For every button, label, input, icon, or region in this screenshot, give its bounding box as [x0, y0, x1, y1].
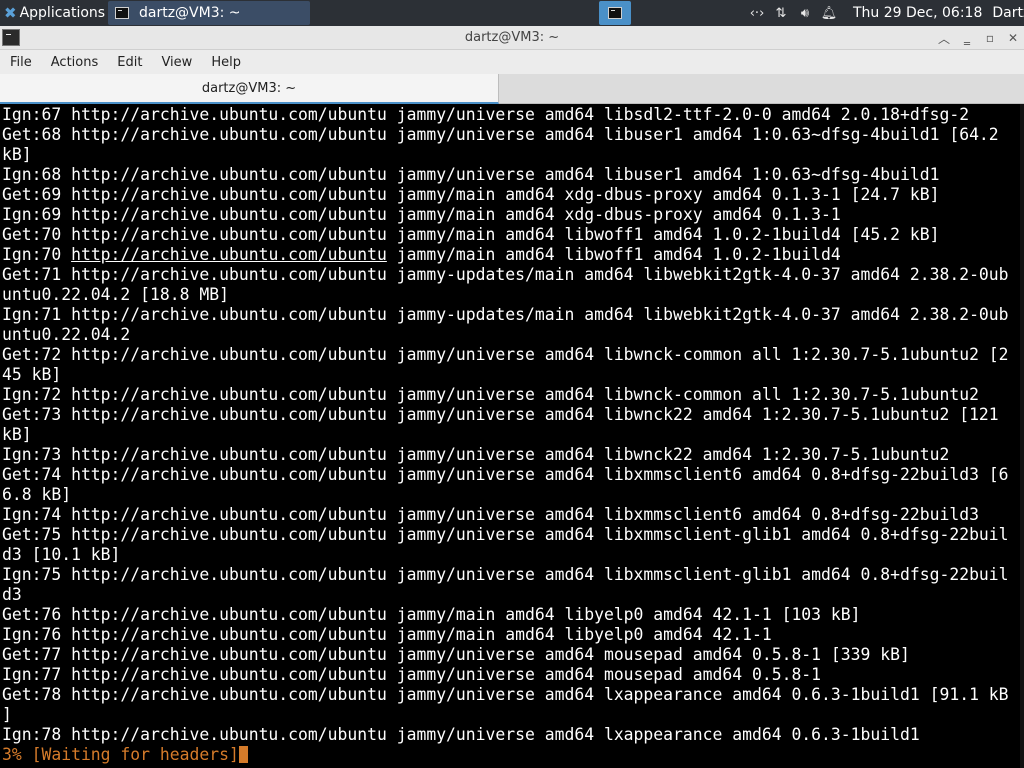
terminal-line: ]: [2, 705, 12, 724]
terminal-line: kB]: [2, 425, 32, 444]
terminal-line: Ign:73 http://archive.ubuntu.com/ubuntu …: [2, 445, 950, 464]
volume-icon[interactable]: 🔊︎: [793, 0, 817, 26]
status-text: 3% [Waiting for headers]: [2, 745, 239, 764]
menu-view[interactable]: View: [151, 55, 201, 70]
window-title: dartz@VM3: ~: [464, 30, 560, 45]
terminal-output[interactable]: Ign:67 http://archive.ubuntu.com/ubuntu …: [0, 104, 1024, 768]
menu-actions[interactable]: Actions: [41, 55, 108, 70]
terminal-line: 6.8 kB]: [2, 485, 72, 504]
close-button[interactable]: ✕: [1004, 29, 1022, 47]
terminal-line: Ign:71 http://archive.ubuntu.com/ubuntu …: [2, 305, 1009, 324]
terminal-line: Get:70 http://archive.ubuntu.com/ubuntu …: [2, 225, 940, 244]
tab-bar: dartz@VM3: ~: [0, 74, 1024, 104]
menu-file[interactable]: File: [0, 55, 41, 70]
terminal-line: Ign:69 http://archive.ubuntu.com/ubuntu …: [2, 205, 841, 224]
terminal-line: Get:74 http://archive.ubuntu.com/ubuntu …: [2, 465, 1009, 484]
terminal-line: Ign:75 http://archive.ubuntu.com/ubuntu …: [2, 565, 1009, 584]
terminal-icon: [115, 7, 129, 19]
terminal-lines: Ign:67 http://archive.ubuntu.com/ubuntu …: [2, 105, 1009, 765]
terminal-line: Ign:68 http://archive.ubuntu.com/ubuntu …: [2, 165, 940, 184]
taskbar-window-title: dartz@VM3: ~: [139, 5, 241, 21]
terminal-icon: [608, 7, 622, 19]
terminal-line: Ign:74 http://archive.ubuntu.com/ubuntu …: [2, 505, 979, 524]
hovered-link[interactable]: http://archive.ubuntu.com/ubuntu: [71, 245, 387, 264]
terminal-line: Ign:76 http://archive.ubuntu.com/ubuntu …: [2, 625, 772, 644]
terminal-line: d3 [10.1 kB]: [2, 545, 121, 564]
terminal-line: Get:76 http://archive.ubuntu.com/ubuntu …: [2, 605, 861, 624]
workspace-switcher[interactable]: [599, 1, 631, 25]
taskbar-window-button[interactable]: dartz@VM3: ~: [108, 1, 310, 25]
terminal-line: Ign:77 http://archive.ubuntu.com/ubuntu …: [2, 665, 822, 684]
progress-status-line: 3% [Waiting for headers]: [2, 745, 1009, 765]
terminal-line: Get:71 http://archive.ubuntu.com/ubuntu …: [2, 265, 1009, 284]
window-titlebar[interactable]: dartz@VM3: ~ ︿ ‗ ▫ ✕: [0, 26, 1024, 50]
shade-button[interactable]: ︿: [935, 29, 953, 47]
text-cursor: [238, 746, 248, 763]
terminal-scrollbar[interactable]: [1020, 104, 1024, 768]
top-panel: ✖ Applications dartz@VM3: ~ ‹·› ⇅ 🔊︎ 🔔︎ …: [0, 0, 1024, 26]
network-icon[interactable]: ⇅: [769, 0, 793, 26]
terminal-line: Get:69 http://archive.ubuntu.com/ubuntu …: [2, 185, 940, 204]
terminal-line: Ign:78 http://archive.ubuntu.com/ubuntu …: [2, 725, 920, 744]
terminal-line: Ign:67 http://archive.ubuntu.com/ubuntu …: [2, 105, 970, 124]
system-tray: ‹·› ⇅ 🔊︎ 🔔︎ Thu 29 Dec, 06:18 Dartz: [745, 0, 1024, 26]
menu-edit[interactable]: Edit: [107, 55, 151, 70]
terminal-line: Get:72 http://archive.ubuntu.com/ubuntu …: [2, 345, 1009, 364]
code-brackets-icon[interactable]: ‹·›: [745, 0, 769, 26]
terminal-line: untu0.22.04.2: [2, 325, 131, 344]
terminal-line: untu0.22.04.2 [18.8 MB]: [2, 285, 229, 304]
terminal-line: Get:77 http://archive.ubuntu.com/ubuntu …: [2, 645, 910, 664]
terminal-line: Ign:72 http://archive.ubuntu.com/ubuntu …: [2, 385, 979, 404]
terminal-tab[interactable]: dartz@VM3: ~: [0, 74, 499, 104]
terminal-line: Get:78 http://archive.ubuntu.com/ubuntu …: [2, 685, 1009, 704]
xfce-logo-icon: ✖: [4, 4, 17, 22]
terminal-window: dartz@VM3: ~ ︿ ‗ ▫ ✕ File Actions Edit V…: [0, 26, 1024, 768]
menu-bar: File Actions Edit View Help: [0, 50, 1024, 74]
terminal-line: d3: [2, 585, 22, 604]
terminal-line: Get:73 http://archive.ubuntu.com/ubuntu …: [2, 405, 999, 424]
applications-menu-label: Applications: [19, 5, 106, 21]
terminal-line: Ign:70 http://archive.ubuntu.com/ubuntu …: [2, 245, 841, 264]
notification-bell-icon[interactable]: 🔔︎: [817, 0, 841, 26]
terminal-line: 45 kB]: [2, 365, 62, 384]
clock[interactable]: Thu 29 Dec, 06:18: [853, 5, 982, 21]
terminal-line: kB]: [2, 145, 32, 164]
terminal-line: Get:75 http://archive.ubuntu.com/ubuntu …: [2, 525, 1009, 544]
applications-menu[interactable]: ✖ Applications: [0, 0, 109, 26]
minimize-button[interactable]: ‗: [958, 29, 976, 47]
user-menu[interactable]: Dartz: [992, 5, 1024, 21]
menu-help[interactable]: Help: [201, 55, 250, 70]
terminal-line: Get:68 http://archive.ubuntu.com/ubuntu …: [2, 125, 999, 144]
maximize-button[interactable]: ▫: [981, 29, 999, 47]
